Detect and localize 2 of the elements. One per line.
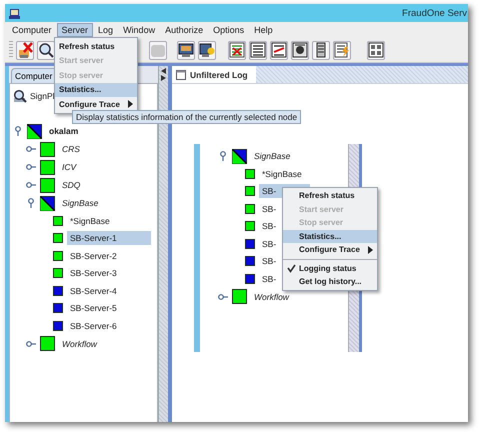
window-title: FraudOne Serv bbox=[402, 8, 467, 18]
tooltip: Display statistics information of the currently selected node bbox=[72, 110, 302, 124]
